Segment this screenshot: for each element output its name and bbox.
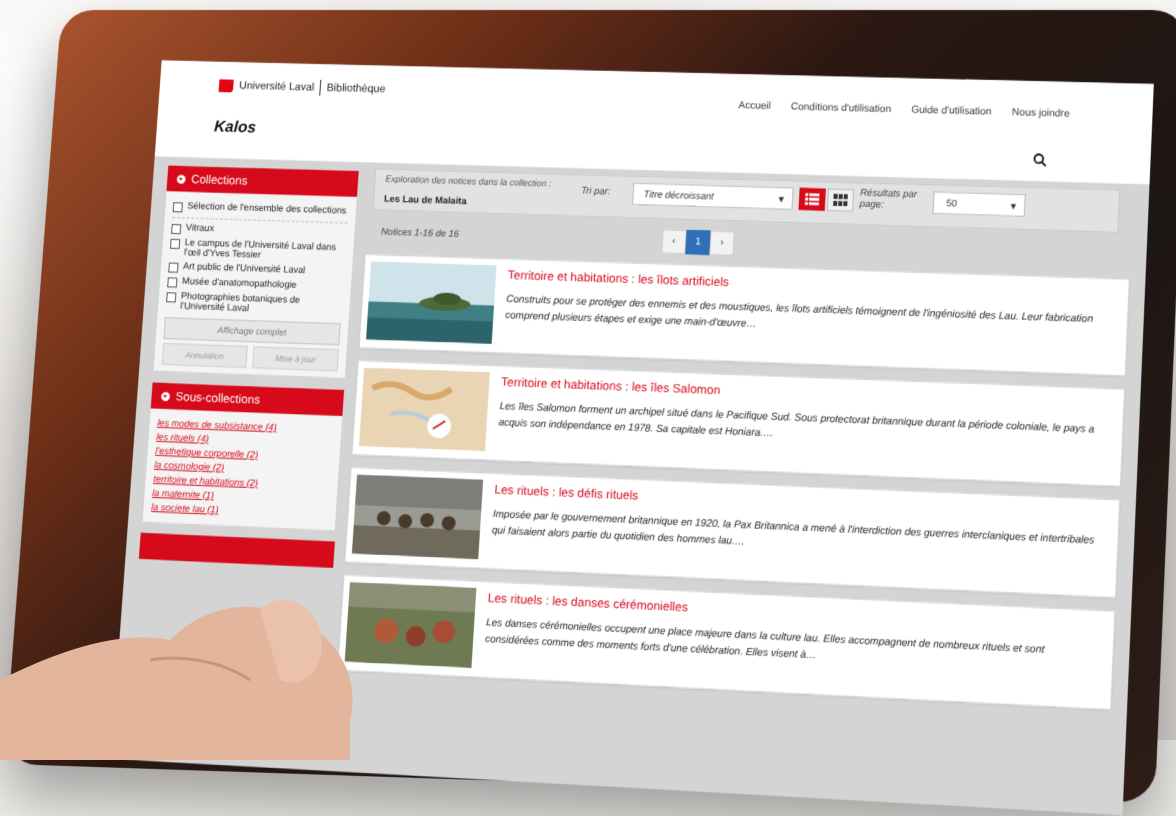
nav-guide[interactable]: Guide d'utilisation: [911, 104, 992, 117]
chevron-down-icon: ▼: [776, 194, 787, 205]
result-card[interactable]: Territoire et habitations : les îlots ar…: [358, 254, 1130, 377]
collection-label: Vitraux: [185, 222, 215, 235]
collection-label: Art public de l'Université Laval: [182, 261, 306, 277]
select-all-row[interactable]: Sélection de l'ensemble des collections: [172, 200, 349, 217]
search-icon[interactable]: [1032, 152, 1047, 167]
collection-checkbox[interactable]: [169, 238, 181, 250]
university-logo[interactable]: Université Laval Bibliothèque: [218, 77, 386, 97]
update-button[interactable]: Mise à jour: [252, 346, 339, 372]
pointing-hand-photo: [0, 599, 353, 760]
result-description: Construits pour se protéger des ennemis …: [504, 293, 1094, 330]
nav-terms[interactable]: Conditions d'utilisation: [791, 101, 892, 115]
collection-checkbox[interactable]: [167, 277, 178, 288]
exploration-label: Exploration des notices dans la collecti…: [385, 173, 552, 189]
collection-checkbox[interactable]: [166, 292, 177, 303]
full-display-button[interactable]: Affichage complet: [163, 317, 341, 346]
result-thumbnail[interactable]: [358, 367, 490, 452]
grid-view-icon: [833, 193, 848, 207]
collapse-icon: [176, 174, 186, 184]
results-per-page-select[interactable]: 50 ▼: [932, 191, 1026, 217]
collection-item[interactable]: Le campus de l'Université Laval dans l'œ…: [169, 237, 346, 264]
result-card[interactable]: Territoire et habitations : les îles Sal…: [351, 360, 1126, 487]
collection-label: Le campus de l'Université Laval dans l'œ…: [183, 237, 337, 261]
next-page-button[interactable]: ›: [709, 230, 735, 256]
result-title[interactable]: Les rituels : les défis rituels: [494, 482, 639, 502]
result-title[interactable]: Territoire et habitations : les îles Sal…: [501, 375, 721, 398]
chevron-down-icon: ▼: [1008, 200, 1019, 212]
collection-label: Photographies botaniques de l'Université…: [179, 290, 301, 315]
collection-checkbox[interactable]: [171, 223, 182, 235]
subcollections-list: les modes de subsistance (4) les rituels…: [143, 408, 343, 530]
library-name: Bibliothèque: [326, 81, 386, 96]
sidebar: Collections Sélection de l'ensemble des …: [138, 164, 360, 568]
result-title[interactable]: Les rituels : les danses cérémonielles: [487, 591, 688, 615]
collapse-icon: [160, 391, 171, 401]
collection-actions: Annulation Mise à jour: [161, 342, 339, 372]
pagination: ‹ 1 ›: [661, 229, 735, 256]
sort-label: Tri par:: [580, 185, 611, 198]
collection-name: Les Lau de Malaita: [383, 193, 467, 208]
nav-contact[interactable]: Nous joindre: [1012, 107, 1070, 120]
collection-label: Musée d'anatomopathologie: [181, 275, 298, 291]
collections-title: Collections: [190, 172, 249, 188]
nav-home[interactable]: Accueil: [738, 100, 771, 112]
select-all-checkbox[interactable]: [172, 202, 183, 213]
results-count: Notices 1-16 de 16: [380, 226, 460, 240]
app-title[interactable]: Kalos: [213, 119, 257, 138]
collection-checkbox[interactable]: [168, 262, 179, 273]
ul-logo-icon: [218, 78, 234, 92]
results-per-page-value: 50: [946, 198, 958, 210]
university-name: Université Laval: [238, 79, 315, 94]
cancel-button[interactable]: Annulation: [161, 342, 248, 369]
select-all-label: Sélection de l'ensemble des collections: [187, 200, 347, 217]
result-thumbnail[interactable]: [351, 474, 484, 560]
collection-item[interactable]: Photographies botaniques de l'Université…: [165, 291, 342, 317]
sort-select[interactable]: Titre décroissant ▼: [632, 182, 794, 210]
subcollections-title: Sous-collections: [175, 389, 261, 407]
list-view-button[interactable]: [798, 187, 826, 211]
grid-view-button[interactable]: [826, 188, 855, 212]
result-description: Imposée par le gouvernement britannique …: [491, 508, 1095, 548]
result-thumbnail[interactable]: [366, 261, 497, 344]
prev-page-button[interactable]: ‹: [661, 229, 687, 255]
result-card[interactable]: Les rituels : les défis rituels Imposée …: [344, 467, 1121, 599]
tablet-device: Université Laval Bibliothèque Kalos Accu…: [0, 0, 1176, 816]
result-title[interactable]: Territoire et habitations : les îlots ar…: [507, 268, 729, 289]
result-description: Les îles Salomon forment un archipel sit…: [498, 400, 1095, 440]
page-1-button[interactable]: 1: [685, 229, 711, 255]
collections-panel: Collections Sélection de l'ensemble des …: [152, 164, 360, 379]
list-view-icon: [804, 192, 820, 206]
subcollections-panel: Sous-collections les modes de subsistanc…: [141, 381, 346, 532]
logo-divider: [319, 79, 322, 96]
collections-list: Sélection de l'ensemble des collections …: [153, 191, 357, 378]
results-per-page-label: Résultats par page:: [859, 187, 918, 211]
result-description: Les danses cérémonielles occupent une pl…: [484, 617, 1045, 662]
top-navigation: Accueil Conditions d'utilisation Guide d…: [738, 100, 1070, 119]
sort-value: Titre décroissant: [643, 189, 714, 203]
